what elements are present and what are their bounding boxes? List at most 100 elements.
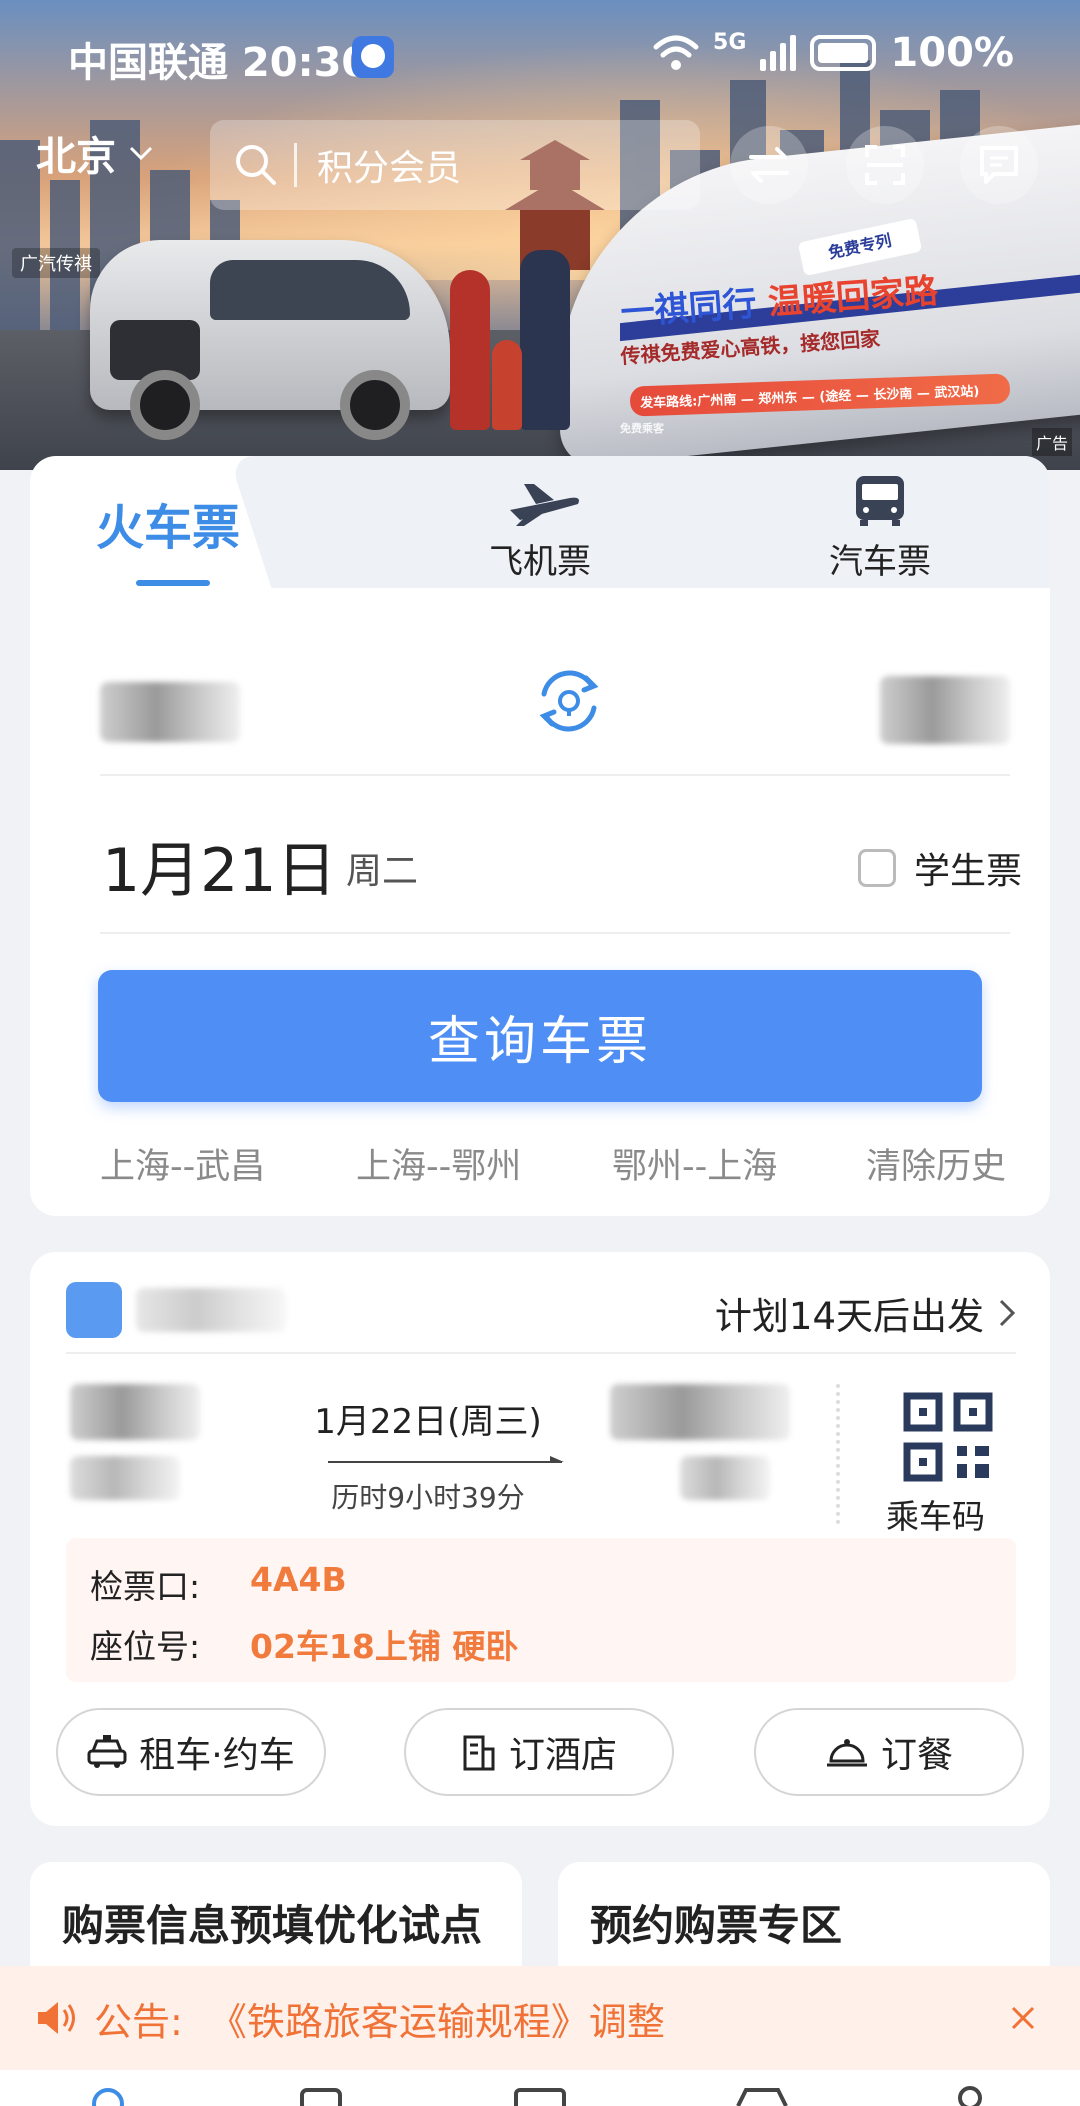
carrier-time: 中国联通 20:30	[68, 40, 370, 86]
divider	[100, 774, 1010, 776]
trip-duration: 历时9小时39分	[331, 1481, 525, 1514]
student-ticket-label: 学生票	[913, 851, 1022, 892]
meal-button[interactable]: 订餐	[754, 1708, 1024, 1796]
trip-arrival-station	[610, 1384, 790, 1440]
swap-stations-icon[interactable]	[532, 664, 606, 738]
student-ticket-option[interactable]: 学生票	[857, 842, 1022, 894]
trip-departure-time	[70, 1456, 180, 1500]
message-button[interactable]	[960, 126, 1038, 204]
history-item[interactable]: 鄂州--上海	[612, 1138, 777, 1189]
meal-label: 订餐	[880, 1735, 953, 1776]
message-icon	[980, 146, 1018, 184]
arrival-station[interactable]	[880, 676, 1010, 744]
route-selector	[90, 646, 1020, 766]
announcement-label: 公告:	[94, 1999, 183, 2044]
gate-value: 4A4B	[250, 1560, 347, 1599]
history-item[interactable]: 上海--鄂州	[356, 1138, 521, 1189]
upcoming-trip-card[interactable]: 计划14天后出发 1月22日(周三) 历时9小时39分 乘车码 检票口: 4A4…	[30, 1252, 1050, 1826]
bus-icon	[856, 476, 904, 526]
chevron-right-icon	[999, 1299, 1016, 1327]
banner-headline-1: 一祺同行	[619, 283, 758, 334]
airplane-icon	[510, 484, 579, 526]
trip-arrival-time	[680, 1456, 770, 1500]
clear-history-button[interactable]: 清除历史	[866, 1138, 1006, 1189]
trip-train-number	[136, 1288, 286, 1332]
gate-label: 检票口:	[90, 1567, 201, 1606]
tab-train[interactable]: 火车票	[96, 488, 240, 558]
active-tab-indicator	[136, 580, 210, 586]
car-rental-button[interactable]: 租车·约车	[56, 1708, 326, 1796]
battery-icon	[810, 35, 877, 71]
search-divider	[294, 143, 297, 187]
banner-headline-2: 温暖回家路	[766, 271, 940, 323]
swap-arrows-icon	[749, 147, 789, 183]
trip-plan: 计划14天后出发	[715, 1286, 1016, 1340]
car-rental-label: 租车·约车	[139, 1735, 295, 1776]
trip-departure-station	[70, 1384, 200, 1440]
search-input[interactable]: 积分会员	[210, 120, 700, 210]
close-icon[interactable]	[1010, 2005, 1036, 2031]
trip-date: 1月22日(周三)	[314, 1402, 542, 1442]
trip-header[interactable]: 计划14天后出发	[66, 1274, 1016, 1340]
hotel-label: 订酒店	[508, 1735, 617, 1776]
announcement-text: 《铁路旅客运输规程》调整	[208, 1999, 665, 2044]
ticket-booking-card: 火车票 飞机票 汽车票 1月21日 周二 学生票 查询车票 上海--武昌 上海-…	[30, 456, 1050, 1216]
minivan-image	[90, 240, 450, 440]
wifi-icon	[653, 35, 699, 70]
scan-icon	[865, 145, 905, 185]
taxi-icon	[87, 1735, 127, 1768]
chevron-down-icon	[129, 146, 153, 161]
food-cloche-icon	[826, 1739, 867, 1767]
history-item[interactable]: 上海--武昌	[100, 1138, 265, 1189]
ticket-perforation	[836, 1384, 840, 1524]
search-icon	[236, 145, 276, 185]
network-type: 5G	[713, 30, 747, 55]
student-ticket-checkbox[interactable]	[857, 849, 896, 887]
banner-promo-text: 免费专列 一祺同行 温暖回家路 传祺免费爱心高铁，接您回家 发车路线:广州南 —…	[619, 217, 1060, 435]
top-nav: 北京 积分会员	[0, 120, 1080, 210]
ride-code-label[interactable]: 乘车码	[886, 1490, 985, 1538]
reservation-zone-title: 预约购票专区	[590, 1901, 843, 1950]
battery-level: 100%	[890, 30, 1014, 76]
seat-label: 座位号:	[90, 1627, 201, 1666]
divider	[66, 1352, 1016, 1354]
brand-logo: 广汽传祺	[12, 248, 100, 278]
departure-weekday: 周二	[346, 851, 419, 892]
gate-row: 检票口: 4A4B	[90, 1560, 347, 1608]
banner-small-print: 免费乘客	[620, 422, 664, 435]
divider	[100, 932, 1010, 934]
seat-row: 座位号: 02车18上铺 硬卧	[90, 1620, 518, 1668]
hotel-button[interactable]: 订酒店	[404, 1708, 674, 1796]
trip-plan-text: 计划14天后出发	[714, 1295, 984, 1338]
tab-bar-icons	[92, 2086, 982, 2106]
ad-label: 广告	[1031, 428, 1072, 456]
hotel-icon	[463, 1735, 495, 1771]
banner-route-bar: 发车路线:广州南 — 郑州东 — (途经 — 长沙南 — 武汉站)	[629, 373, 1011, 417]
search-placeholder: 积分会员	[317, 148, 462, 189]
ticket-type-tabs: 火车票 飞机票 汽车票	[30, 456, 1050, 588]
speaker-icon	[38, 2002, 75, 2034]
departure-station[interactable]	[100, 682, 240, 742]
search-tickets-button[interactable]: 查询车票	[98, 970, 982, 1102]
app-notification-icon	[352, 36, 394, 78]
tab-bus-label: 汽车票	[829, 542, 931, 582]
tab-flight[interactable]: 飞机票	[450, 470, 630, 583]
seat-value: 02车18上铺 硬卧	[250, 1627, 519, 1666]
tab-flight-label: 飞机票	[489, 542, 591, 582]
trip-details: 1月22日(周三) 历时9小时39分 乘车码	[30, 1372, 1050, 1542]
date-selector[interactable]: 1月21日 周二 学生票	[102, 812, 1022, 922]
ticket-info-box: 检票口: 4A4B 座位号: 02车18上铺 硬卧	[66, 1538, 1016, 1682]
search-history: 上海--武昌 上海--鄂州 鄂州--上海 清除历史	[100, 1138, 1012, 1188]
prefill-pilot-title: 购票信息预填优化试点	[62, 1901, 483, 1950]
family-figures-image	[450, 250, 580, 450]
signal-icon	[760, 35, 797, 71]
bottom-tab-bar	[0, 2070, 1080, 2106]
scan-button[interactable]	[846, 126, 924, 204]
tab-bus[interactable]: 汽车票	[790, 470, 970, 583]
city-selector[interactable]: 北京	[36, 124, 154, 182]
transfer-button[interactable]	[730, 126, 808, 204]
qr-code-icon[interactable]	[898, 1392, 998, 1482]
city-name: 北京	[36, 134, 116, 180]
announcement-bar[interactable]: 公告: 《铁路旅客运输规程》调整	[0, 1966, 1080, 2070]
arrow-right-icon	[328, 1456, 564, 1463]
